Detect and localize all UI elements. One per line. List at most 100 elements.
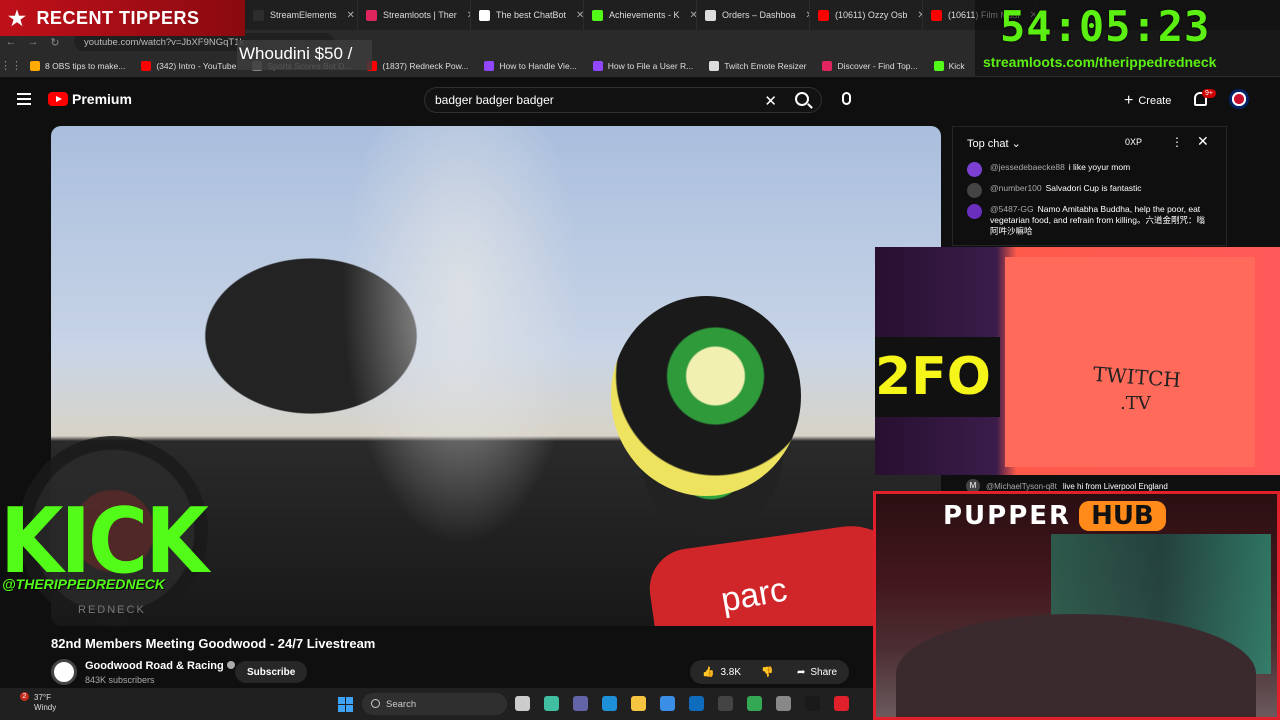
back-icon[interactable]: ← — [0, 36, 22, 48]
menu-icon[interactable] — [17, 93, 31, 105]
more-options-icon[interactable]: ⋮ — [1171, 135, 1183, 149]
chat-avatar[interactable] — [967, 183, 982, 198]
bookmark-label: Kick — [948, 60, 965, 71]
copilot-icon[interactable] — [544, 696, 559, 711]
youtube-masthead: Premium badger badger badger ✕ + Create … — [0, 80, 1280, 120]
start-icon[interactable] — [338, 697, 353, 712]
thumbs-down-icon[interactable]: 👎 — [761, 667, 773, 678]
create-label: Create — [1138, 95, 1172, 107]
cam-cardboard-sign — [1005, 257, 1255, 467]
video-title: 82nd Members Meeting Goodwood - 24/7 Liv… — [51, 636, 376, 651]
recent-tippers-label: RECENT TIPPERS — [36, 7, 200, 28]
bookmark-item[interactable]: How to Handle Vie... — [476, 60, 584, 71]
chat-mode-dropdown[interactable]: Top chat ⌄ — [967, 137, 1021, 150]
tab-close-icon[interactable]: ✕ — [576, 10, 583, 21]
bookmark-label: 8 OBS tips to make... — [45, 60, 126, 71]
tab-favicon-icon — [592, 9, 603, 21]
bookmark-favicon-icon — [933, 60, 944, 71]
teams-icon[interactable] — [573, 696, 588, 711]
tab-label: (10611) Ozzy Osb — [835, 10, 908, 20]
temperature: 37°F — [34, 693, 51, 702]
reload-icon[interactable]: ↻ — [44, 36, 66, 49]
video-smoke — [341, 126, 581, 546]
create-button[interactable]: + Create — [1124, 92, 1171, 110]
star-icon: ★ — [8, 7, 27, 30]
chat-message-list: @jessedebaecke88 i like yoyur mom @number1… — [953, 159, 1226, 240]
chat-body: @5487-GG Namo Amitabha Buddha, help the p… — [990, 204, 1212, 237]
chat-xp[interactable]: 0XP — [1125, 137, 1142, 147]
tab-close-icon[interactable]: ✕ — [690, 10, 696, 21]
terminal-icon[interactable] — [805, 696, 820, 711]
chat-avatar[interactable] — [967, 204, 982, 219]
thumbs-up-icon: 👍 — [702, 666, 715, 678]
weather-badge: 2 — [20, 692, 29, 701]
chat-avatar[interactable] — [967, 162, 982, 177]
browser-tab[interactable]: Achievements - K ✕ — [584, 0, 697, 30]
browser-tab[interactable]: Streamloots | Ther✕ — [358, 0, 471, 30]
share-button[interactable]: ➦ Share — [785, 660, 850, 684]
chrome-icon[interactable] — [747, 696, 762, 711]
voice-search-icon[interactable] — [842, 92, 851, 105]
tab-favicon-icon — [931, 9, 942, 21]
search-icon[interactable] — [795, 92, 809, 106]
bookmark-item[interactable]: 8 OBS tips to make... — [22, 60, 133, 71]
bookmark-favicon-icon — [484, 60, 495, 71]
bookmark-item[interactable]: Twitch Emote Resizer — [701, 60, 814, 71]
youtube-logo[interactable]: Premium — [48, 91, 132, 107]
edge-icon[interactable] — [602, 696, 617, 711]
address-text: youtube.com/watch?v=JbXF9NGqT1k — [84, 36, 245, 48]
share-label: Share — [810, 666, 838, 678]
app2-icon[interactable] — [834, 696, 849, 711]
latest-tipper: Whoudini $50 / — [237, 40, 372, 70]
bookmark-item[interactable]: (1837) Redneck Pow... — [359, 60, 476, 71]
recent-tippers-banner: ★ RECENT TIPPERS — [0, 0, 245, 36]
tab-close-icon[interactable]: ✕ — [347, 10, 355, 21]
cam-sign-line2: .TV — [1120, 393, 1151, 414]
browser-tab[interactable]: The best ChatBot ✕ — [471, 0, 584, 30]
weather-condition: Windy — [34, 703, 57, 712]
obs-icon[interactable] — [718, 696, 733, 711]
bookmark-item[interactable]: How to File a User R... — [585, 60, 702, 71]
clear-search-icon[interactable]: ✕ — [764, 92, 777, 110]
webcam-top: 2FO TWITCH .TV — [875, 247, 1280, 475]
taskbar-search[interactable]: Search — [362, 693, 507, 715]
brand-label: Premium — [72, 91, 132, 107]
bookmark-label: Twitch Emote Resizer — [724, 60, 807, 71]
tab-label: The best ChatBot — [496, 10, 567, 20]
chat-username[interactable]: @5487-GG — [990, 204, 1034, 214]
browser-tab[interactable]: (10611) Ozzy Osb✕ — [810, 0, 923, 30]
tab-label: StreamElements — [270, 10, 337, 20]
hub-label: HUB — [1079, 501, 1166, 531]
channel-avatar[interactable] — [51, 659, 77, 685]
bookmark-label: How to File a User R... — [607, 60, 694, 71]
app-icon[interactable] — [776, 696, 791, 711]
task-view-icon[interactable] — [515, 696, 530, 711]
subscribe-button[interactable]: Subscribe — [235, 661, 308, 683]
chat-text: i like yoyur mom — [1068, 162, 1131, 172]
streamloots-url: streamloots.com/therippedredneck — [983, 54, 1217, 70]
outlook-icon[interactable] — [689, 696, 704, 711]
kick-circle-text: REDNECK — [78, 604, 146, 616]
browser-tab[interactable]: Orders – Dashboa✕ — [697, 0, 810, 30]
close-icon[interactable]: ✕ — [1197, 133, 1209, 150]
apps-icon[interactable]: ⋮⋮ — [0, 59, 22, 72]
notification-badge: 9+ — [1202, 89, 1216, 98]
bookmark-item[interactable]: Kick — [926, 60, 973, 71]
tab-favicon-icon — [705, 9, 716, 21]
account-avatar[interactable] — [1229, 89, 1249, 109]
tab-label: Achievements - K — [609, 10, 680, 20]
store-icon[interactable] — [660, 696, 675, 711]
channel-name-wrap[interactable]: Goodwood Road & Racing — [85, 660, 235, 672]
bookmark-item[interactable]: (342) Intro - YouTube — [133, 60, 244, 71]
search-input[interactable]: badger badger badger ✕ — [424, 87, 822, 113]
browser-tab[interactable]: StreamElements ✕ — [245, 0, 358, 30]
plus-icon: + — [1124, 92, 1134, 109]
bookmark-item[interactable]: Discover - Find Top... — [814, 60, 925, 71]
search-query: badger badger badger — [435, 93, 554, 107]
verified-icon — [226, 661, 235, 669]
tab-label: Streamloots | Ther — [383, 10, 457, 20]
file-explorer-icon[interactable] — [631, 696, 646, 711]
forward-icon[interactable]: → — [22, 36, 44, 48]
chat-username[interactable]: @jessedebaecke88 — [990, 162, 1065, 172]
chat-username[interactable]: @number100 — [990, 183, 1042, 193]
